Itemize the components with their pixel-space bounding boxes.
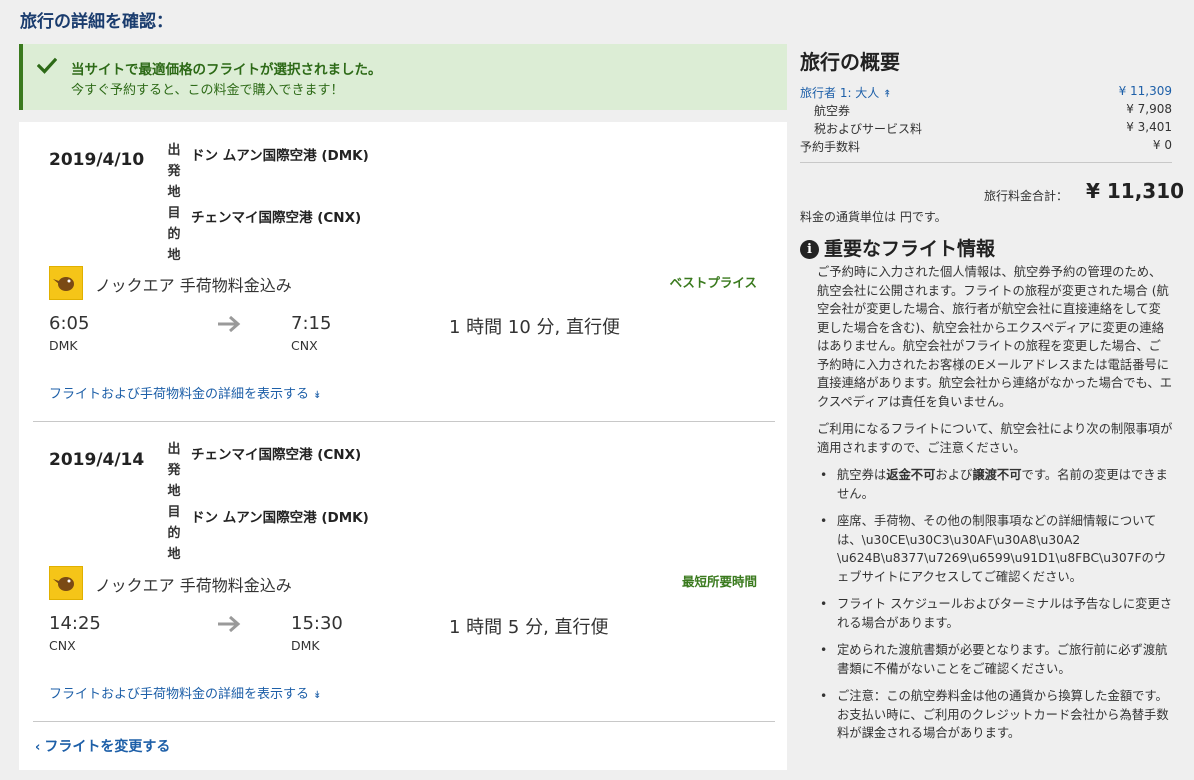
best-price-badge: ベストプライス [669,275,757,290]
departure-code: CNX [49,638,76,653]
change-flight-link[interactable]: ‹ フライトを変更する [35,736,170,756]
booking-fee-row: 予約手数料 ¥ 0 [800,138,1172,154]
leg-date: 2019/4/14 [49,450,145,470]
list-item: 航空券は返金不可および譲渡不可です。名前の変更はできません。 [817,466,1173,503]
arrival-time: 7:15 [291,313,332,334]
trip-summary-title: 旅行の概要 [800,50,900,74]
banner-headline: 当サイトで最適価格のフライトが選択されました。 [71,62,382,78]
list-item: ご注意：この航空券料金は他の通貨から換算した金額です。お支払い時に、ご利用のクレ… [817,687,1173,743]
flight-duration: 1 時間 5 分, 直行便 [449,617,609,638]
arrival-time: 15:30 [291,613,343,634]
double-chevron-down-icon: ↡ [313,690,322,701]
info-icon: i [800,240,819,259]
airline-name: ノックエア 手荷物料金込み [95,276,292,295]
departure-code: DMK [49,338,78,353]
leg-divider [33,421,775,422]
departure-time: 6:05 [49,313,90,334]
departure-airport: チェンマイ国際空港 (CNX) [191,447,362,463]
important-info-heading: i 重要なフライト情報 [800,234,995,261]
double-chevron-up-icon: ↟ [883,89,892,100]
traveler-toggle[interactable]: 旅行者 1: 大人 ↟ ¥ 11,309 [800,84,1172,101]
double-chevron-down-icon: ↡ [313,390,322,401]
restriction-list: 航空券は返金不可および譲渡不可です。名前の変更はできません。 座席、手荷物、その… [817,466,1173,743]
card-divider [33,721,775,722]
departure-label: 出 発 地 [167,143,181,200]
banner-subtext: 今すぐ予約すると、この料金で購入できます！ [71,83,344,98]
bird-logo-icon [53,577,74,591]
check-icon [37,57,57,74]
arrow-right-icon [218,315,241,333]
departure-time: 14:25 [49,613,101,634]
shortest-duration-badge: 最短所要時間 [681,574,757,589]
important-info-body: ご予約時に入力された個人情報は、航空券予約の管理のため、航空会社に公開されます。… [817,263,1173,752]
arrival-code: DMK [291,638,320,653]
arrival-label: 目 的 地 [167,505,181,562]
airline-logo [49,266,83,300]
chevron-left-icon: ‹ [35,740,41,755]
total-price: ¥ 11,310 [1086,179,1185,203]
leg-date: 2019/4/10 [49,150,145,170]
page-title: 旅行の詳細を確認： [20,12,173,32]
flight-duration: 1 時間 10 分, 直行便 [449,317,620,338]
bird-logo-icon [53,277,74,291]
traveler-price: ¥ 11,309 [1118,84,1172,98]
currency-note: 料金の通貨単位は 円です。 [800,210,947,224]
summary-divider [800,162,1172,163]
arrival-label: 目 的 地 [167,206,181,263]
show-flight-details-link[interactable]: フライトおよび手荷物料金の詳細を表示する ↡ [49,683,322,702]
arrival-airport: ドン ムアン国際空港 (DMK) [191,510,369,526]
list-item: フライト スケジュールおよびターミナルは予告なしに変更される場合があります。 [817,595,1173,632]
arrow-right-icon [218,615,241,633]
info-paragraph: ご利用になるフライトについて、航空会社により次の制限事項が適用されますので、ご注… [817,422,1173,455]
show-flight-details-link[interactable]: フライトおよび手荷物料金の詳細を表示する ↡ [49,383,322,402]
arrival-code: CNX [291,338,318,353]
arrival-airport: チェンマイ国際空港 (CNX) [191,210,362,226]
info-paragraph: ご予約時に入力された個人情報は、航空券予約の管理のため、航空会社に公開されます。… [817,265,1173,409]
best-price-banner: 当サイトで最適価格のフライトが選択されました。 今すぐ予約すると、この料金で購入… [19,44,787,110]
airline-name: ノックエア 手荷物料金込み [95,576,292,595]
total-label: 旅行料金合計： [984,189,1069,203]
departure-airport: ドン ムアン国際空港 (DMK) [191,148,369,164]
airfare-row: 航空券 ¥ 7,908 [814,102,1172,118]
list-item: 座席、手荷物、その他の制限事項などの詳細情報については、\u30CE\u30C3… [817,512,1173,586]
airline-logo [49,566,83,600]
departure-label: 出 発 地 [167,442,181,499]
flight-details-card: 2019/4/10 出 発 地 ドン ムアン国際空港 (DMK) 目 的 地 チ… [19,122,787,770]
list-item: 定められた渡航書類が必要となります。ご旅行前に必ず渡航書類に不備がないことをご確… [817,641,1173,678]
tax-row: 税およびサービス料 ¥ 3,401 [814,120,1172,136]
